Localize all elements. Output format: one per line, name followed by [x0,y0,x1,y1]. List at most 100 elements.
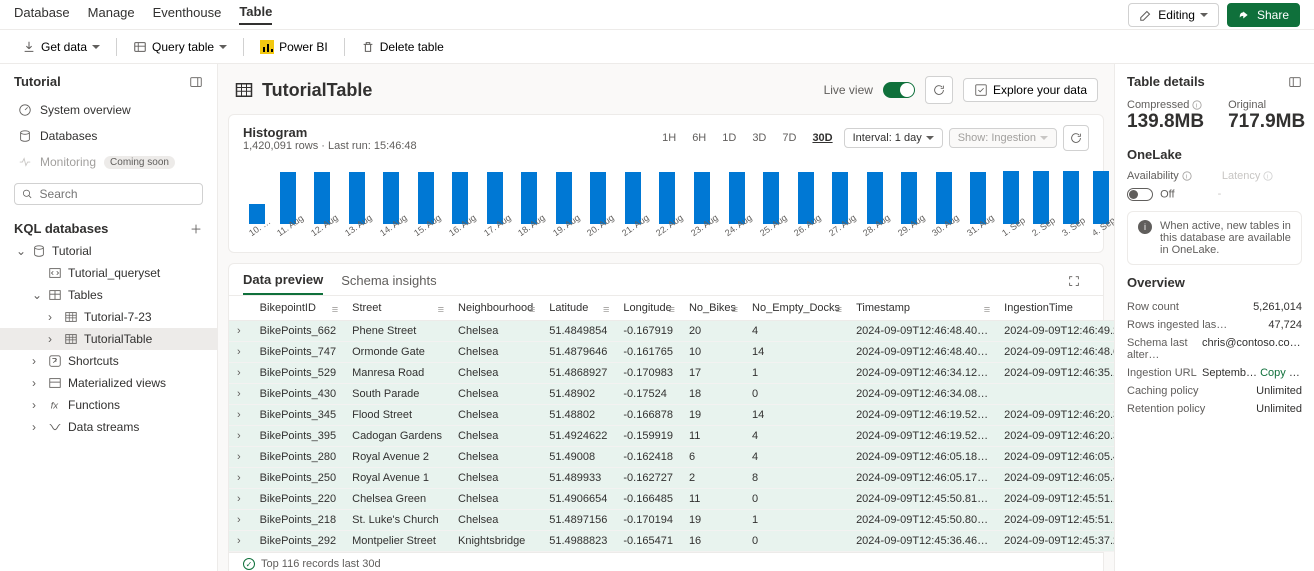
table-row[interactable]: ›BikePoints_529Manresa RoadChelsea51.486… [229,363,1114,384]
histogram-bar[interactable]: 17. Aug [480,172,511,242]
range-1d[interactable]: 1D [717,129,741,147]
histogram-bar[interactable]: 12. Aug [307,172,338,242]
row-expand-icon[interactable]: › [229,363,252,384]
row-expand-icon[interactable]: › [229,510,252,531]
row-expand-icon[interactable]: › [229,342,252,363]
get-data-button[interactable]: Get data [14,36,108,58]
histogram-bar[interactable]: 19. Aug [549,172,580,242]
nav-system-overview[interactable]: System overview [0,97,217,123]
search-input[interactable] [40,187,196,201]
histogram-bar[interactable]: 18. Aug [514,172,545,242]
tab-schema-insights[interactable]: Schema insights [341,273,436,294]
column-menu-icon[interactable]: ≡ [603,304,609,316]
row-expand-icon[interactable]: › [229,531,252,552]
info-icon[interactable]: i [1182,171,1192,181]
column-menu-icon[interactable]: ≡ [984,304,990,316]
tab-eventhouse[interactable]: Eventhouse [153,5,222,24]
range-7d[interactable]: 7D [777,129,801,147]
range-6h[interactable]: 6H [687,129,711,147]
column-menu-icon[interactable]: ≡ [332,304,338,316]
tree-table-2[interactable]: › TutorialTable [0,328,217,350]
copy-uri-link[interactable]: Copy URI [1260,367,1302,379]
column-menu-icon[interactable]: ≡ [669,304,675,316]
range-3d[interactable]: 3D [747,129,771,147]
row-expand-icon[interactable]: › [229,489,252,510]
tab-database[interactable]: Database [14,5,70,24]
column-header[interactable]: No_Empty_Docks≡ [744,296,848,321]
range-1h[interactable]: 1H [657,129,681,147]
histogram-bar[interactable]: 20. Aug [583,172,614,242]
interval-dropdown[interactable]: Interval: 1 day [844,128,943,148]
histogram-bar[interactable]: 21. Aug [618,172,649,242]
tree-queryset[interactable]: Tutorial_queryset [0,262,217,284]
row-expand-icon[interactable]: › [229,468,252,489]
column-header[interactable]: BikepointID≡ [252,296,344,321]
info-icon[interactable]: i [1192,100,1202,110]
histogram-bar[interactable]: 30. Aug [928,172,959,242]
histogram-bar[interactable]: 10. … [245,204,269,242]
query-table-button[interactable]: Query table [125,36,235,58]
search-box[interactable] [14,183,203,205]
live-view-toggle[interactable] [883,82,915,98]
table-row[interactable]: ›BikePoints_430South ParadeChelsea51.489… [229,384,1114,405]
tree-db-tutorial[interactable]: ⌄ Tutorial [0,240,217,262]
plus-icon[interactable] [189,222,203,236]
tab-manage[interactable]: Manage [88,5,135,24]
tab-data-preview[interactable]: Data preview [243,272,323,295]
tab-table[interactable]: Table [239,4,272,25]
column-header[interactable]: Latitude≡ [541,296,615,321]
histogram-bar[interactable]: 14. Aug [376,172,407,242]
table-row[interactable]: ›BikePoints_747Ormonde GateChelsea51.487… [229,342,1114,363]
tree-materialized[interactable]: › Materialized views [0,372,217,394]
tree-tables[interactable]: ⌄ Tables [0,284,217,306]
histogram-bar[interactable]: 25. Aug [756,172,787,242]
histogram-bar[interactable]: 4. Sep [1088,171,1114,242]
table-row[interactable]: ›BikePoints_250Royal Avenue 1Chelsea51.4… [229,468,1114,489]
range-30d[interactable]: 30D [807,129,837,147]
collapse-icon[interactable] [189,75,203,89]
tree-datastreams[interactable]: › Data streams [0,416,217,438]
histogram-bar[interactable]: 3. Sep [1058,171,1084,242]
table-row[interactable]: ›BikePoints_395Cadogan GardensChelsea51.… [229,426,1114,447]
column-header[interactable]: No_Bikes≡ [681,296,744,321]
nav-databases[interactable]: Databases [0,123,217,149]
share-button[interactable]: Share [1227,3,1300,27]
histogram-bar[interactable]: 23. Aug [687,172,718,242]
histogram-bar[interactable]: 28. Aug [859,172,890,242]
editing-dropdown[interactable]: Editing [1128,3,1219,27]
table-row[interactable]: ›BikePoints_345Flood StreetChelsea51.488… [229,405,1114,426]
histogram-bar[interactable]: 29. Aug [894,172,925,242]
column-menu-icon[interactable]: ≡ [836,304,842,316]
table-row[interactable]: ›BikePoints_292Montpelier StreetKnightsb… [229,531,1114,552]
table-row[interactable]: ›BikePoints_218St. Luke's ChurchChelsea5… [229,510,1114,531]
histogram-bar[interactable]: 11. Aug [273,172,303,242]
histogram-bar[interactable]: 16. Aug [445,172,476,242]
row-expand-icon[interactable]: › [229,447,252,468]
histogram-bar[interactable]: 1. Sep [998,171,1024,242]
histogram-refresh-button[interactable] [1063,125,1089,151]
explore-data-button[interactable]: Explore your data [963,78,1098,102]
column-header[interactable]: Neighbourhood≡ [450,296,541,321]
histogram-bar[interactable]: 15. Aug [410,172,441,242]
histogram-bar[interactable]: 26. Aug [790,172,821,242]
histogram-bar[interactable]: 22. Aug [652,172,683,242]
table-row[interactable]: ›BikePoints_220Chelsea GreenChelsea51.49… [229,489,1114,510]
row-expand-icon[interactable]: › [229,321,252,342]
row-expand-icon[interactable]: › [229,384,252,405]
expand-panel-icon[interactable] [1288,75,1302,89]
column-menu-icon[interactable]: ≡ [732,304,738,316]
histogram-bar[interactable]: 24. Aug [721,172,752,242]
tree-shortcuts[interactable]: › Shortcuts [0,350,217,372]
row-expand-icon[interactable]: › [229,426,252,447]
expand-icon[interactable] [1067,274,1089,294]
tree-functions[interactable]: › fx Functions [0,394,217,416]
histogram-bar[interactable]: 2. Sep [1028,171,1054,242]
histogram-bar[interactable]: 31. Aug [963,172,994,242]
histogram-bar[interactable]: 27. Aug [825,172,856,242]
table-row[interactable]: ›BikePoints_280Royal Avenue 2Chelsea51.4… [229,447,1114,468]
column-menu-icon[interactable]: ≡ [438,304,444,316]
refresh-button[interactable] [925,76,953,104]
column-header[interactable]: Street≡ [344,296,450,321]
column-menu-icon[interactable]: ≡ [529,304,535,316]
delete-table-button[interactable]: Delete table [353,36,452,58]
